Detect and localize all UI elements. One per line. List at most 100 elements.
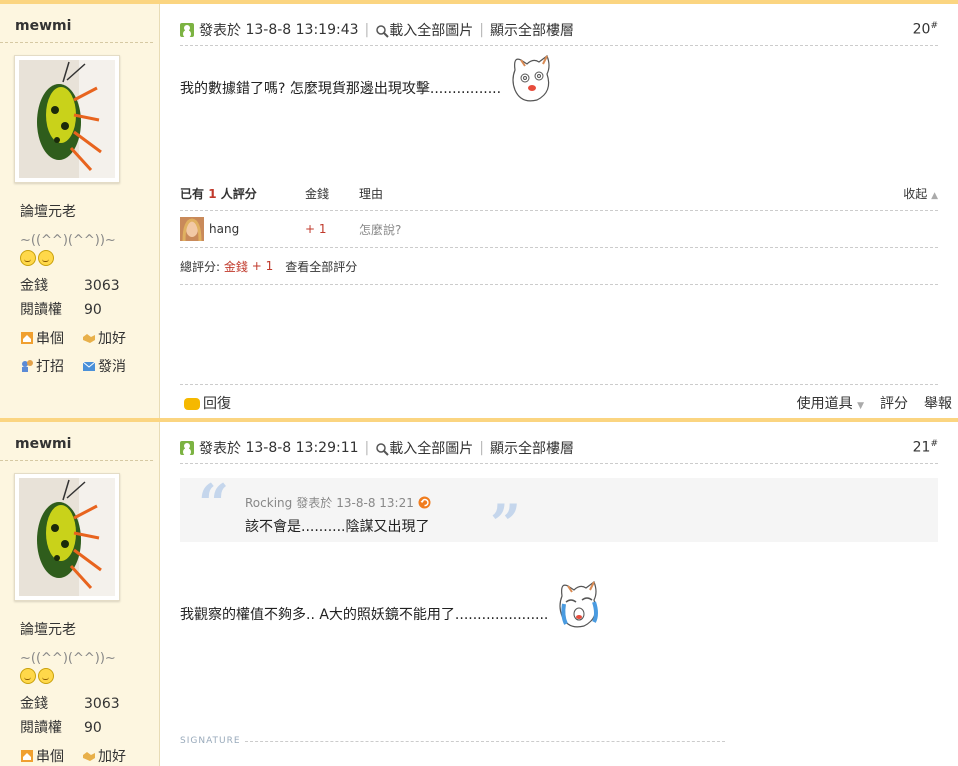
use-tools-label: 使用道具 xyxy=(796,396,853,412)
quote-author[interactable]: Rocking xyxy=(245,496,292,510)
rating-summary: 已有 1 人評分 xyxy=(180,185,305,202)
stat-value: 3063 xyxy=(84,696,120,712)
reply-label: 回復 xyxy=(203,396,231,412)
reply-button[interactable]: 回復 xyxy=(184,393,231,413)
add-friend-button[interactable]: 加好 xyxy=(82,746,152,766)
show-all-floors-link[interactable]: 顯示全部樓層 xyxy=(490,438,574,458)
quote-text: 該不會是..........陰謀又出現了 xyxy=(245,519,430,535)
triangle-up-icon: ▲ xyxy=(931,191,938,201)
greet-button[interactable]: 打招 xyxy=(20,356,82,376)
signature-label: SIGNATURE xyxy=(180,736,241,746)
load-images-label: 載入全部圖片 xyxy=(389,22,474,39)
footer-divider xyxy=(180,384,938,385)
author-name[interactable]: mewmi xyxy=(0,422,153,461)
rate-button[interactable]: 評分 xyxy=(880,393,908,413)
floor-value: 20 xyxy=(912,21,931,38)
report-button[interactable]: 舉報 xyxy=(924,393,952,413)
user-nickname: ~((^^)(^^))~ xyxy=(20,651,116,666)
smiley-icon xyxy=(20,668,36,684)
signature-divider: SIGNATURE xyxy=(180,736,725,746)
post-header: 發表於 13-8-8 13:19:43 | 載入全部圖片 | 顯示全部樓層 20… xyxy=(180,14,938,46)
home-button[interactable]: 串個 xyxy=(20,328,82,348)
rating-total: 總評分: 金錢 + 1 查看全部評分 xyxy=(180,248,938,285)
post-message: 我的數據錯了嗎? 怎麼現貨那邊出現攻擊................ xyxy=(180,52,555,106)
stat-money: 金錢 3063 xyxy=(20,274,159,298)
stat-read-permission: 閱讀權 90 xyxy=(20,716,159,740)
user-rank: 論壇元老 xyxy=(20,622,76,638)
user-stats: 金錢 3063 閱讀權 90 xyxy=(20,692,159,740)
open-quote-icon: “ xyxy=(198,472,230,536)
close-quote-icon: ” xyxy=(490,492,522,556)
add-friend-button[interactable]: 加好 xyxy=(82,328,152,348)
load-images-link[interactable]: 載入全部圖片 xyxy=(375,438,473,458)
hash-icon: # xyxy=(930,439,938,450)
rating-table: 已有 1 人評分 金錢 理由 收起 ▲ hang + 1 怎麼說? 總評分: 金… xyxy=(180,177,938,285)
rating-reason: 怎麼說? xyxy=(359,222,402,237)
smiley-icon xyxy=(20,250,36,266)
stat-read-permission: 閱讀權 90 xyxy=(20,298,159,322)
online-user-icon xyxy=(180,440,194,455)
rater-name[interactable]: hang xyxy=(209,222,239,236)
greet-icon xyxy=(22,360,33,372)
view-all-ratings-link[interactable]: 查看全部評分 xyxy=(285,258,357,275)
home-label: 串個 xyxy=(36,331,64,347)
separator: | xyxy=(364,439,370,456)
stat-label: 金錢 xyxy=(20,696,48,712)
total-value: + 1 xyxy=(251,259,274,273)
rating-row: hang + 1 怎麼說? xyxy=(180,211,938,248)
message-text: 我觀察的權值不夠多.. A大的照妖鏡不能用了..................… xyxy=(180,607,549,623)
online-user-icon xyxy=(180,22,194,37)
col-money: 金錢 xyxy=(305,187,330,201)
author-sidebar: mewmi 論壇元老 ~((^^)(^^))~ 金錢 3063 閱讀權 90 串個 xyxy=(0,4,160,418)
handshake-icon xyxy=(83,752,95,761)
greet-label: 打招 xyxy=(36,359,64,375)
avatar[interactable] xyxy=(14,55,120,183)
reply-icon xyxy=(184,398,200,410)
collapse-button[interactable]: 收起 ▲ xyxy=(903,185,938,202)
send-message-button[interactable]: 發消 xyxy=(82,356,152,376)
search-icon xyxy=(376,442,389,456)
add-friend-label: 加好 xyxy=(98,749,126,765)
home-label: 串個 xyxy=(36,749,64,765)
stat-value: 90 xyxy=(84,302,102,318)
rater-avatar[interactable] xyxy=(180,217,204,241)
quote-time: 13-8-8 13:21 xyxy=(336,495,414,510)
quote-block: “ Rocking 發表於 13-8-8 13:21 該不會是.........… xyxy=(180,472,938,556)
posted-time: 13-8-8 13:19:43 xyxy=(245,21,359,38)
total-money-label: 金錢 xyxy=(223,259,248,274)
stat-money: 金錢 3063 xyxy=(20,692,159,716)
post-20: mewmi 論壇元老 ~((^^)(^^))~ 金錢 3063 閱讀權 90 串個 xyxy=(0,0,958,418)
crying-cat-emoticon-icon xyxy=(559,581,599,628)
post-21: mewmi 論壇元老 ~((^^)(^^))~ 金錢 3063 閱讀權 90 串個 xyxy=(0,418,958,766)
goto-post-icon[interactable] xyxy=(418,496,431,509)
floor-number[interactable]: 21# xyxy=(913,439,938,456)
floor-number[interactable]: 20# xyxy=(913,21,938,38)
user-actions: 串個 加好 打招 發消 xyxy=(20,328,159,376)
user-actions: 串個 加好 xyxy=(20,746,159,766)
rating-summary-suffix: 人評分 xyxy=(220,187,257,201)
load-images-label: 載入全部圖片 xyxy=(389,440,474,457)
show-all-floors-link[interactable]: 顯示全部樓層 xyxy=(490,20,574,40)
post-footer: 回復 使用道具 ▼ 評分 舉報 xyxy=(184,393,952,413)
use-tools-button[interactable]: 使用道具 ▼ xyxy=(797,393,864,413)
avatar[interactable] xyxy=(14,473,120,601)
post-message: 我觀察的權值不夠多.. A大的照妖鏡不能用了..................… xyxy=(180,578,602,632)
rating-count: 1 xyxy=(208,187,217,201)
separator: | xyxy=(479,21,484,38)
add-friend-label: 加好 xyxy=(98,331,126,347)
quote-posted-label: 發表於 xyxy=(296,496,333,510)
send-message-label: 發消 xyxy=(98,359,126,375)
hash-icon: # xyxy=(930,21,938,32)
user-rank: 論壇元老 xyxy=(20,204,76,220)
author-name[interactable]: mewmi xyxy=(0,4,153,43)
stat-label: 閱讀權 xyxy=(20,720,62,736)
load-images-link[interactable]: 載入全部圖片 xyxy=(375,20,473,40)
quote-meta: Rocking 發表於 13-8-8 13:21 xyxy=(245,494,431,511)
author-sidebar: mewmi 論壇元老 ~((^^)(^^))~ 金錢 3063 閱讀權 90 串個 xyxy=(0,422,160,766)
rater[interactable]: hang xyxy=(180,217,305,241)
home-button[interactable]: 串個 xyxy=(20,746,82,766)
envelope-icon xyxy=(82,361,96,371)
handshake-icon xyxy=(83,334,95,343)
stat-value: 3063 xyxy=(84,278,120,294)
footer-actions: 使用道具 ▼ 評分 舉報 xyxy=(797,393,952,413)
